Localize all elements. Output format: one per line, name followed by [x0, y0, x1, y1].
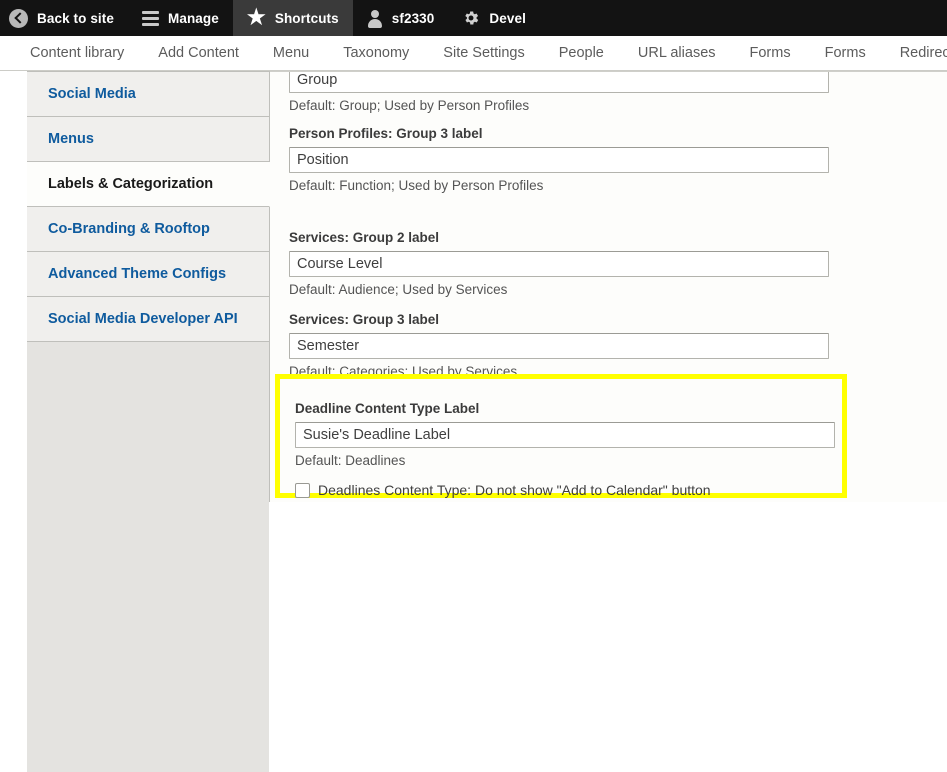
sidebar-item-social-media-developer-api[interactable]: Social Media Developer API — [27, 297, 269, 342]
sidebar-filler — [27, 342, 269, 772]
deadline-label-description: Default: Deadlines — [295, 453, 406, 468]
person-icon — [367, 9, 383, 28]
back-arrow-icon — [9, 8, 28, 28]
sidebar-item-menus[interactable]: Menus — [27, 117, 269, 162]
services-group-3-input[interactable] — [289, 333, 829, 359]
subnav-item-url-aliases[interactable]: URL aliases — [621, 45, 733, 61]
toolbar-item-label: sf2330 — [391, 10, 435, 26]
toolbar-item-label: Devel — [489, 10, 526, 26]
sidebar-item-co-branding-rooftop[interactable]: Co-Branding & Rooftop — [27, 207, 269, 252]
sidebar-item-label: Menus — [48, 131, 94, 147]
subnav-item-menu[interactable]: Menu — [256, 45, 326, 61]
subnav-item-content-library[interactable]: Content library — [13, 45, 141, 61]
highlight-annotation: Deadline Content Type Label Default: Dea… — [275, 374, 847, 498]
toolbar-item-manage[interactable]: Manage — [128, 0, 233, 36]
form-spacer — [289, 208, 947, 230]
admin-toolbar: Back to site Manage ★ Shortcuts sf2330 D… — [0, 0, 947, 36]
sidebar-item-labels-categorization[interactable]: Labels & Categorization — [27, 162, 270, 207]
hide-add-to-calendar-label: Deadlines Content Type: Do not show "Add… — [318, 482, 711, 498]
field-label: Services: Group 2 label — [289, 230, 440, 245]
star-icon: ★ — [246, 6, 266, 29]
group-input[interactable] — [289, 72, 829, 93]
subnav-item-redirects[interactable]: Redirects — [883, 45, 947, 61]
field-label: Services: Group 3 label — [289, 312, 440, 327]
form-field-description: Default: Audience; Used by Services — [289, 282, 508, 297]
subnav-item-forms[interactable]: Forms — [733, 45, 808, 61]
hide-add-to-calendar-row[interactable]: Deadlines Content Type: Do not show "Add… — [295, 482, 842, 498]
toolbar-item-label: Manage — [167, 10, 219, 26]
settings-form: Default: Group; Used by Person Profiles … — [270, 71, 947, 502]
toolbar-item-user[interactable]: sf2330 — [353, 0, 449, 36]
deadline-content-type-label-input[interactable] — [295, 422, 835, 448]
subnav-item-add-content[interactable]: Add Content — [141, 45, 256, 61]
services-group-2-input[interactable] — [289, 251, 829, 277]
form-field-description: Default: Group; Used by Person Profiles — [289, 98, 530, 113]
sidebar-item-label: Advanced Theme Configs — [48, 266, 227, 282]
left-gutter — [0, 71, 27, 502]
form-field-person-profiles-group-3: Person Profiles: Group 3 label Default: … — [289, 126, 947, 194]
form-field-description: Default: Function; Used by Person Profil… — [289, 178, 544, 193]
sidebar-item-label: Labels & Categorization — [48, 176, 214, 192]
hamburger-icon — [141, 10, 159, 26]
toolbar-item-devel[interactable]: Devel — [448, 0, 540, 36]
subnav-item-forms-2[interactable]: Forms — [808, 45, 883, 61]
toolbar-item-label: Back to site — [37, 10, 114, 26]
vertical-tabs-sidebar: Social Media Menus Labels & Categorizati… — [27, 71, 270, 772]
sidebar-item-label: Co-Branding & Rooftop — [48, 221, 210, 237]
field-label: Person Profiles: Group 3 label — [289, 126, 483, 141]
subnav-item-site-settings[interactable]: Site Settings — [426, 45, 541, 61]
secondary-nav: Content library Add Content Menu Taxonom… — [0, 36, 947, 71]
subnav-item-taxonomy[interactable]: Taxonomy — [326, 45, 426, 61]
gear-icon — [462, 9, 480, 27]
form-field-services-group-2: Services: Group 2 label Default: Audienc… — [289, 230, 947, 298]
toolbar-item-shortcuts[interactable]: ★ Shortcuts — [232, 0, 353, 36]
form-field-services-group-3: Services: Group 3 label Default: Categor… — [289, 312, 947, 380]
person-profiles-group-3-input[interactable] — [289, 147, 829, 173]
deadline-label-field-label: Deadline Content Type Label — [295, 401, 480, 416]
page-body: Social Media Menus Labels & Categorizati… — [0, 71, 947, 772]
toolbar-item-back-to-site[interactable]: Back to site — [0, 0, 128, 36]
sidebar-item-label: Social Media — [48, 86, 136, 102]
sidebar-item-social-media[interactable]: Social Media — [27, 72, 269, 117]
form-field-group — [289, 72, 947, 93]
sidebar-item-advanced-theme-configs[interactable]: Advanced Theme Configs — [27, 252, 269, 297]
toolbar-item-label: Shortcuts — [274, 10, 339, 26]
hide-add-to-calendar-checkbox[interactable] — [295, 482, 310, 498]
sidebar-item-label: Social Media Developer API — [48, 311, 238, 327]
subnav-item-people[interactable]: People — [542, 45, 621, 61]
